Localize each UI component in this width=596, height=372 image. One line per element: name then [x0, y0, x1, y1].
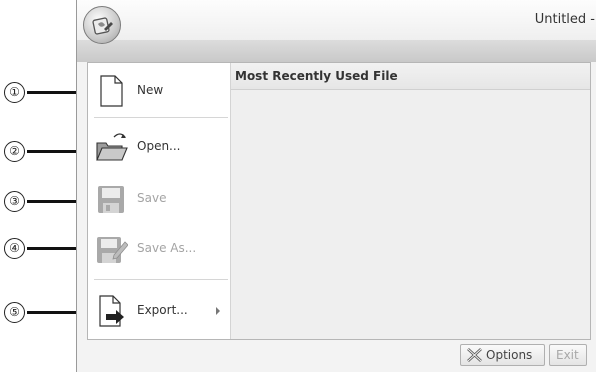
recent-files-pane: Most Recently Used File [231, 63, 590, 339]
exit-button[interactable]: Exit [549, 344, 587, 366]
save-icon [98, 186, 124, 213]
options-icon [467, 348, 482, 362]
callout-number: ⑤ [4, 302, 25, 323]
exit-label: Exit [556, 348, 579, 362]
export-icon [99, 295, 124, 327]
menu-item-export[interactable]: Export... [88, 287, 230, 335]
options-label: Options [486, 348, 533, 362]
ribbon-strip [77, 40, 596, 62]
callout-number: ③ [4, 191, 25, 212]
new-document-icon [100, 75, 123, 107]
callout-number: ① [4, 82, 25, 103]
menu-item-open[interactable]: Open... [88, 123, 230, 171]
menu-item-save[interactable]: Save [88, 175, 230, 223]
menu-item-label: Save [137, 191, 167, 205]
app-logo-icon [92, 17, 113, 35]
menu-item-label: Export... [137, 303, 188, 317]
menu-item-label: Save As... [137, 241, 197, 255]
menu-separator [94, 117, 228, 118]
menu-item-label: New [137, 83, 164, 97]
menu-item-save-as[interactable]: Save As... [88, 225, 230, 273]
menu-separator [94, 279, 228, 280]
menu-item-new[interactable]: New [88, 67, 230, 115]
menu-footer: Options Exit [87, 340, 591, 370]
menu-command-list: New Open... Save Save As... Export... [88, 63, 231, 339]
menu-item-label: Open... [137, 139, 181, 153]
submenu-arrow-icon [216, 307, 220, 315]
application-window: Untitled - New Open... Save Save As... E… [76, 0, 596, 372]
save-as-icon [97, 237, 128, 263]
callout-number: ② [4, 141, 25, 162]
window-title: Untitled - [534, 12, 595, 27]
options-button[interactable]: Options [460, 344, 545, 366]
recent-files-header: Most Recently Used File [231, 63, 590, 90]
application-menu: New Open... Save Save As... Export... Mo… [87, 62, 591, 340]
application-menu-button[interactable] [83, 6, 121, 44]
title-bar: Untitled - [77, 0, 596, 40]
open-folder-icon [96, 133, 128, 161]
recent-files-title: Most Recently Used File [235, 69, 398, 83]
callout-number: ④ [4, 238, 25, 259]
